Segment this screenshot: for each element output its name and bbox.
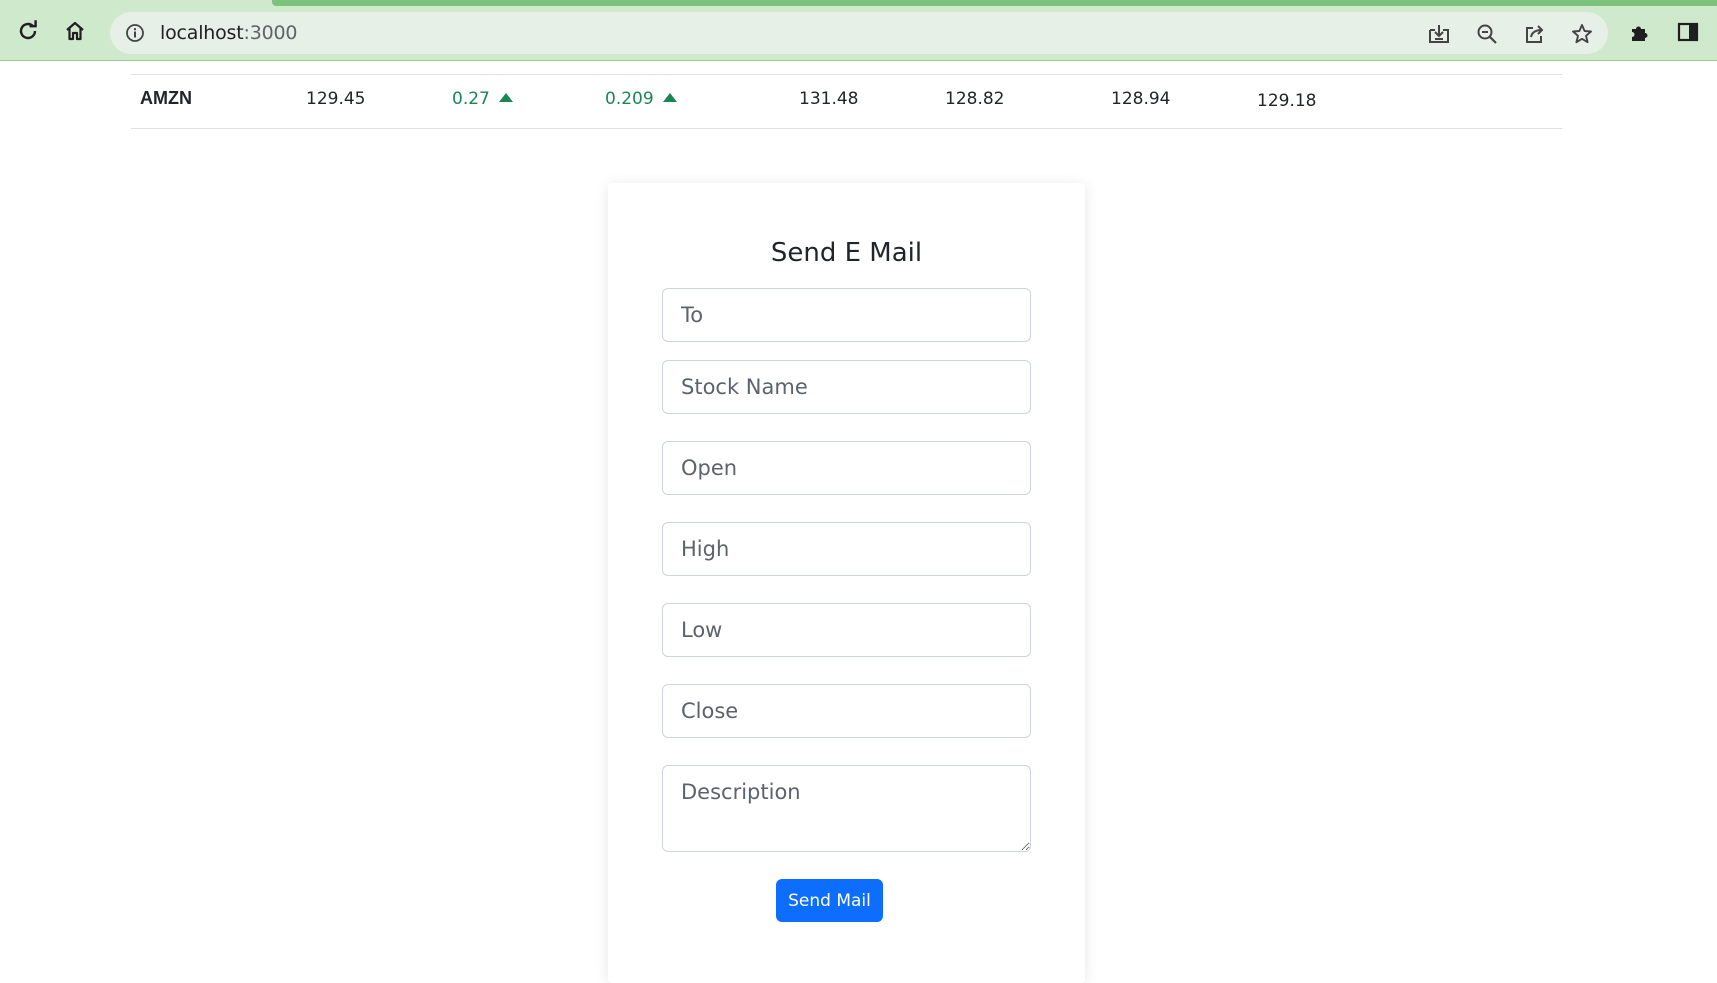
stock-open: 131.48	[799, 89, 859, 109]
low-input[interactable]	[662, 603, 1031, 657]
site-info-icon[interactable]	[125, 23, 145, 43]
form-title: Send E Mail	[770, 238, 923, 268]
stock-prev: 128.94	[1111, 89, 1171, 109]
stock-change: 0.27	[452, 89, 513, 109]
tab-strip-edge	[272, 0, 1717, 6]
up-arrow-icon	[498, 93, 513, 102]
home-icon[interactable]	[61, 17, 89, 45]
share-icon[interactable]	[1522, 21, 1548, 47]
browser-toolbar: localhost:3000	[0, 0, 1717, 61]
high-input[interactable]	[662, 522, 1031, 576]
stock-close: 129.18	[1257, 91, 1317, 111]
up-arrow-icon	[662, 93, 677, 102]
stock-table: AMZN 129.45 0.27 0.209 131.48 128.82 128…	[131, 74, 1562, 129]
extensions-icon[interactable]	[1627, 19, 1653, 45]
reload-icon[interactable]	[14, 17, 42, 45]
install-icon[interactable]	[1426, 21, 1452, 47]
open-input[interactable]	[662, 441, 1031, 495]
description-textarea[interactable]	[662, 765, 1031, 852]
bookmark-star-icon[interactable]	[1569, 21, 1595, 47]
send-mail-button[interactable]: Send Mail	[776, 879, 883, 922]
stock-change-pct-value: 0.209	[605, 89, 654, 109]
side-panel-icon[interactable]	[1675, 19, 1701, 45]
stock-price: 129.45	[306, 89, 366, 109]
stock-name-input[interactable]	[662, 360, 1031, 414]
stock-change-pct: 0.209	[605, 89, 677, 109]
to-input[interactable]	[662, 288, 1031, 342]
send-mail-card: Send E Mail Send Mail	[608, 183, 1085, 983]
close-input[interactable]	[662, 684, 1031, 738]
address-bar[interactable]: localhost:3000	[110, 12, 1608, 54]
stock-symbol: AMZN	[140, 88, 192, 108]
zoom-out-icon[interactable]	[1474, 21, 1500, 47]
stock-change-value: 0.27	[452, 89, 490, 109]
stock-low: 128.82	[945, 89, 1005, 109]
url-port: :3000	[243, 22, 298, 44]
url-host: localhost	[160, 22, 244, 44]
url-text[interactable]: localhost:3000	[160, 22, 297, 44]
